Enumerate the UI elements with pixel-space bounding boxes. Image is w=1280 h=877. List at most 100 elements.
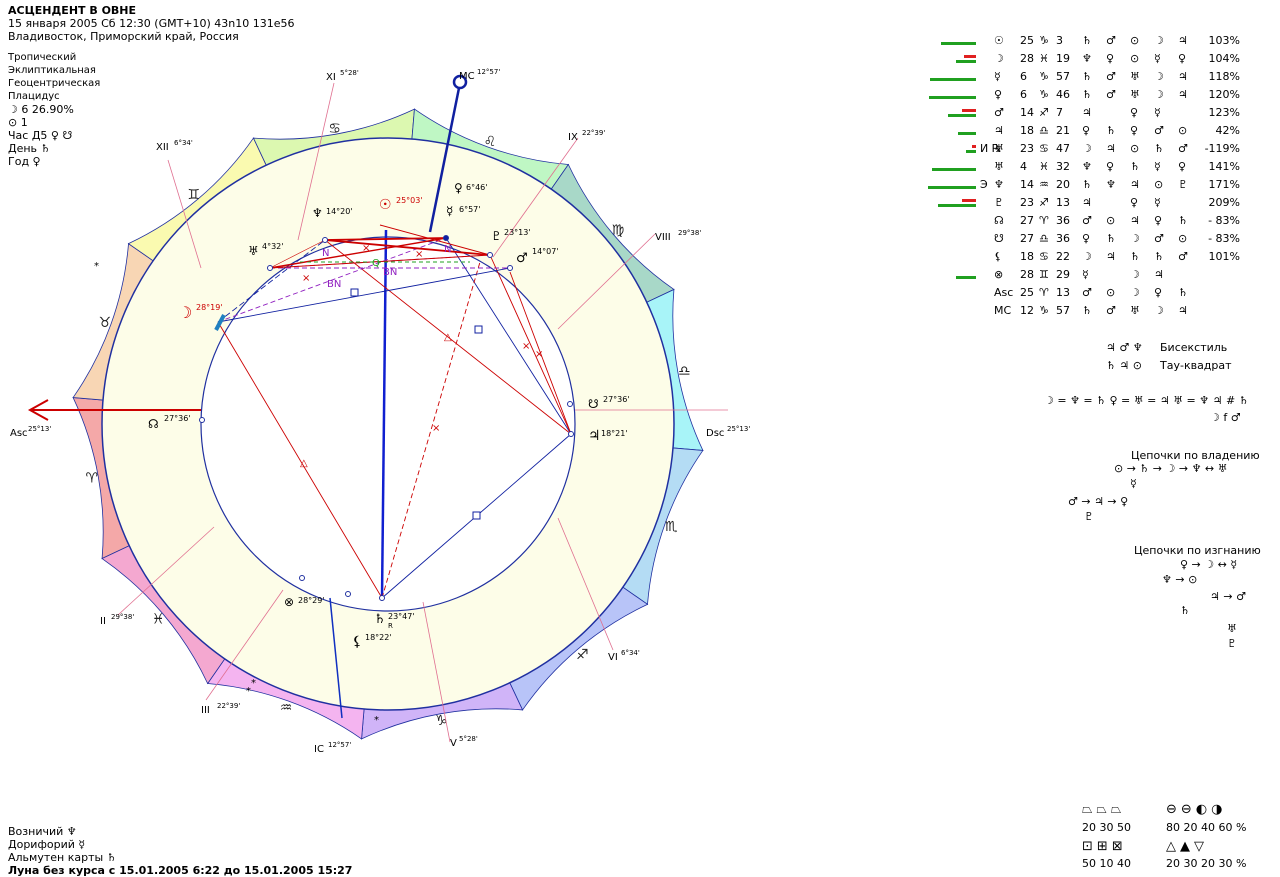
row-ruler: ♂	[1154, 124, 1164, 137]
row-ruler: ♂	[1154, 232, 1164, 245]
svg-text:6°57': 6°57'	[459, 205, 480, 214]
row-percent: 103%	[1208, 34, 1240, 47]
zodiac-sign-glyph: ♈	[85, 470, 98, 486]
svg-text:IX: IX	[568, 132, 578, 143]
mars-glyph: ♂	[516, 251, 528, 266]
row-ruler: ☽	[1154, 88, 1164, 101]
row-ruler: ♄	[1154, 250, 1164, 263]
strength-bar	[958, 132, 976, 135]
natal-chart-wheel: ♈♉♊♋♌♍♎♏♐♑♒♓ △ △ × × × × × × N N BN BN Q…	[10, 68, 750, 755]
row-ruler: ♄	[1130, 160, 1140, 173]
svg-text:*: *	[94, 261, 99, 272]
row-degree: 28	[1020, 52, 1034, 65]
row-degree: 27	[1020, 214, 1034, 227]
svg-text:Asc: Asc	[10, 428, 28, 439]
strength-bar	[930, 78, 976, 81]
row-planet: ♅	[994, 142, 1004, 155]
svg-text:MC: MC	[459, 71, 475, 82]
row-planet: ⚸	[994, 250, 1003, 263]
row-ruler: ♀	[1154, 214, 1163, 227]
svg-text:29°38': 29°38'	[678, 229, 701, 237]
row-ruler: ♂	[1082, 286, 1092, 299]
row-sign: ♊	[1039, 268, 1049, 281]
row-ruler: ♃	[1154, 268, 1164, 281]
svg-text:14°20': 14°20'	[326, 207, 353, 216]
svg-text:6°46': 6°46'	[466, 183, 487, 192]
row-ruler: ⊙	[1130, 52, 1140, 65]
strength-bar	[941, 42, 976, 45]
row-percent: 171%	[1208, 178, 1240, 191]
svg-text:×: ×	[522, 341, 530, 352]
row-ruler: ♃	[1130, 178, 1140, 191]
row-percent: 209%	[1208, 196, 1240, 209]
svg-text:25°03': 25°03'	[396, 196, 423, 205]
row-percent: 101%	[1208, 250, 1240, 263]
svg-text:23°47': 23°47'	[388, 612, 415, 621]
row-ruler: ☽	[1154, 70, 1164, 83]
svg-text:XI: XI	[326, 72, 336, 83]
svg-text:22°39': 22°39'	[582, 129, 605, 137]
row-ruler: ♄	[1106, 124, 1116, 137]
row-degree: 18	[1020, 124, 1034, 137]
row-ruler: ♃	[1106, 142, 1116, 155]
row-degree: 12	[1020, 304, 1034, 317]
svg-text:VIII: VIII	[655, 232, 671, 243]
row-ruler: ☽	[1154, 304, 1164, 317]
zodiac-sign-glyph: ♏	[665, 519, 678, 535]
svg-text:×: ×	[302, 273, 310, 284]
config-name-1: Бисекстиль	[1160, 341, 1228, 354]
row-minutes: 46	[1056, 88, 1070, 101]
south-node-glyph: ☋	[588, 397, 599, 411]
row-sign: ♐	[1039, 106, 1049, 119]
row-degree: 6	[1020, 88, 1027, 101]
row-minutes: 21	[1056, 124, 1070, 137]
row-ruler: ☿	[1154, 106, 1161, 119]
row-minutes: 3	[1056, 34, 1063, 47]
row-ruler: ♃	[1178, 304, 1188, 317]
strength-bar	[948, 114, 976, 117]
row-minutes: 20	[1056, 178, 1070, 191]
svg-text:IC: IC	[314, 744, 324, 755]
svg-text:R: R	[388, 622, 393, 630]
row-percent: 120%	[1208, 88, 1240, 101]
row-ruler: ♄	[1082, 70, 1092, 83]
row-ruler: ♀	[1106, 160, 1115, 173]
row-degree: 23	[1020, 142, 1034, 155]
void-moon: Луна без курса с 15.01.2005 6:22 до 15.0…	[8, 864, 353, 877]
row-ruler: ☿	[1154, 52, 1161, 65]
zodiac-sign-glyph: ♎	[678, 364, 691, 380]
row-degree: 18	[1020, 250, 1034, 263]
row-minutes: 36	[1056, 232, 1070, 245]
svg-text:N: N	[322, 248, 329, 259]
row-sign: ♒	[1039, 178, 1049, 191]
svg-text:14°07': 14°07'	[532, 247, 559, 256]
equalities-line-2: ☽ f ♂	[1210, 411, 1241, 424]
row-ruler: ♀	[1130, 106, 1139, 119]
pluto-glyph: ♇	[491, 229, 502, 243]
row-minutes: 47	[1056, 142, 1070, 155]
zodiac-sign-glyph: ♋	[328, 121, 341, 137]
svg-text:29°38': 29°38'	[111, 613, 134, 621]
equalities-line-1: ☽ = ♆ = ♄ ♀ = ♅ = ♃ ♅ = ♆ ♃ # ♄	[1044, 394, 1249, 407]
row-sign: ♑	[1039, 304, 1049, 317]
chain-owner-line-4: ♇	[1084, 510, 1094, 523]
row-minutes: 22	[1056, 250, 1070, 263]
chain-exile-line-2: ♆ → ⊙	[1162, 573, 1198, 586]
row-sign: ♑	[1039, 34, 1049, 47]
row-sign: ♑	[1039, 88, 1049, 101]
row-planet: ☽	[994, 52, 1004, 65]
svg-text:23°13': 23°13'	[504, 228, 531, 237]
zodiac-sign-glyph: ♉	[99, 315, 112, 331]
sun-glyph: ☉	[379, 197, 392, 213]
row-sign: ♓	[1039, 160, 1049, 173]
row-percent: -119%	[1204, 142, 1240, 155]
weakness-bar	[962, 109, 976, 112]
svg-text:Dsc: Dsc	[706, 428, 724, 439]
legend-row2-icons-2: △▲▽	[1166, 839, 1208, 854]
svg-text:×: ×	[432, 423, 440, 434]
row-ruler: ☽	[1130, 232, 1140, 245]
svg-text:×: ×	[362, 243, 370, 254]
row-ruler: ♀	[1130, 124, 1139, 137]
row-ruler: ☽	[1082, 250, 1092, 263]
chain-exile-line-6: ♇	[1227, 637, 1237, 650]
